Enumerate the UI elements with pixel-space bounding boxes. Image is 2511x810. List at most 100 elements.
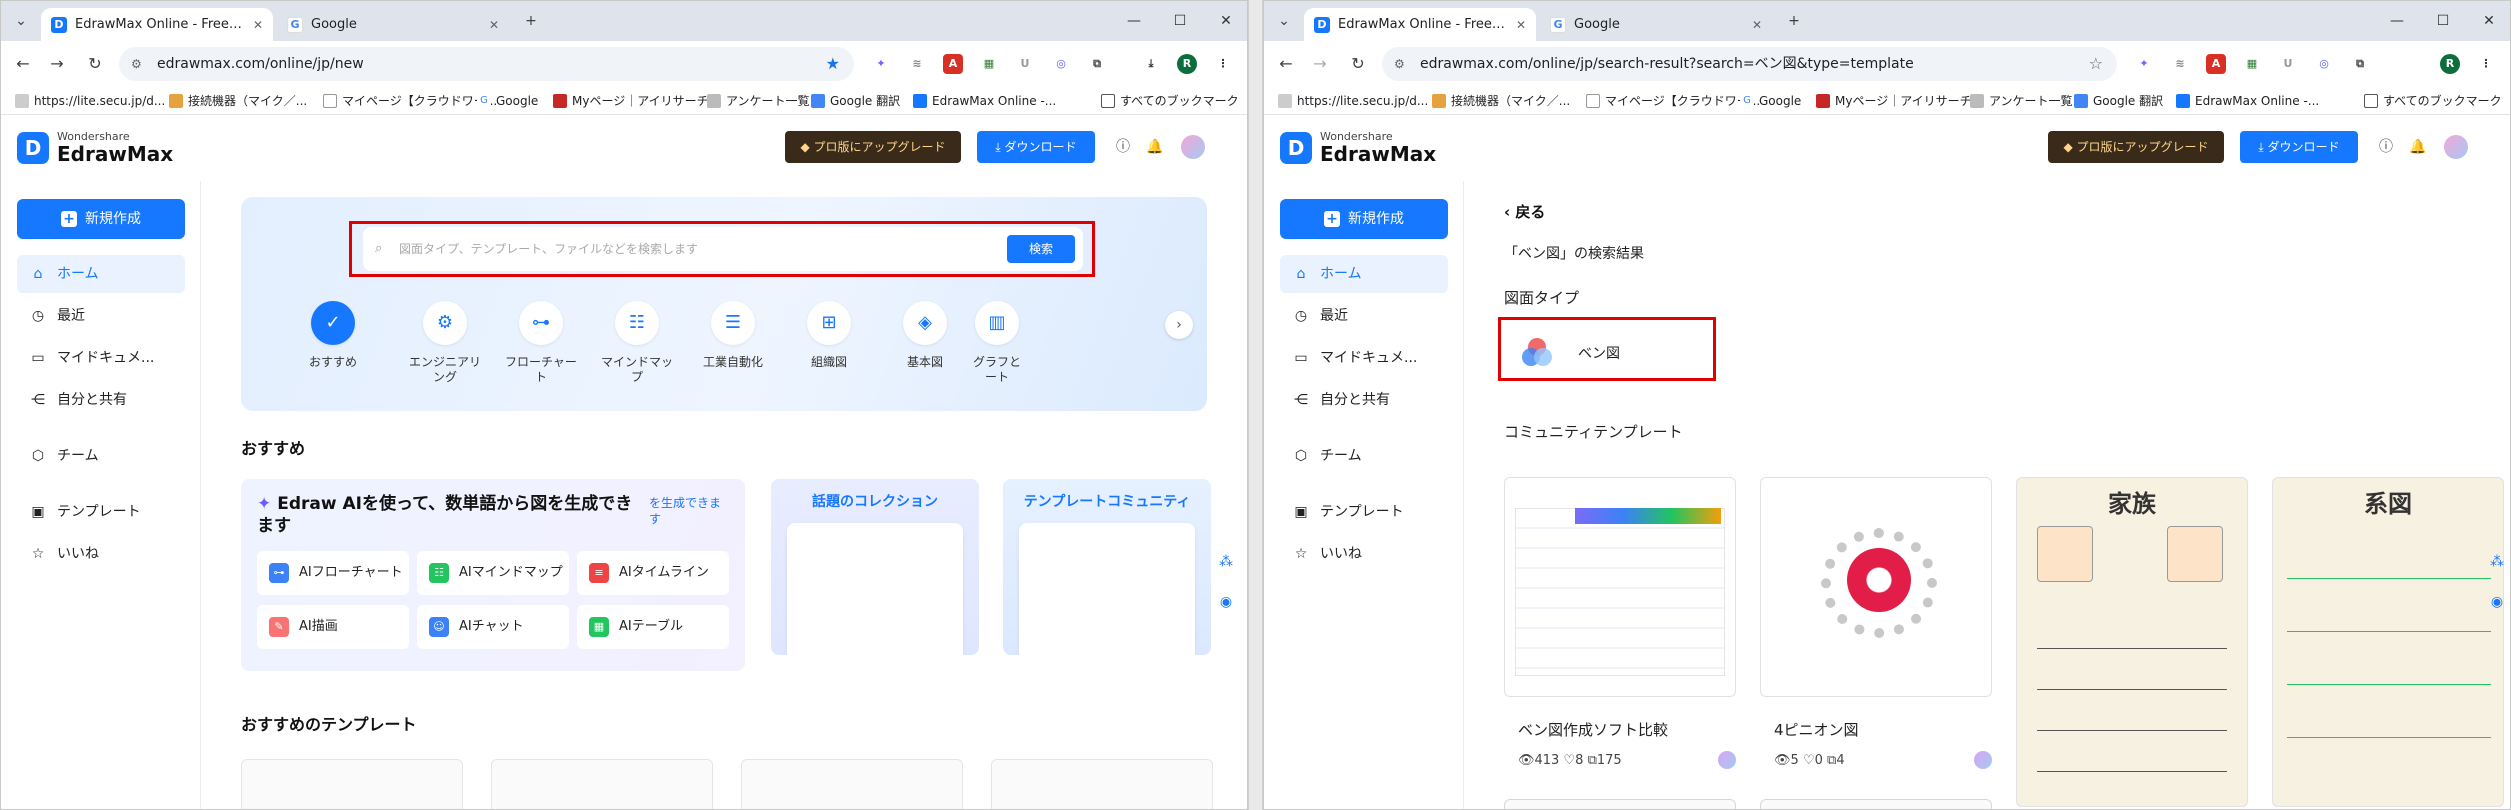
promo-community[interactable]: テンプレートコミュニティ <box>1003 479 1211 655</box>
category-industrial[interactable]: ☰ 工業自動化 <box>693 301 773 370</box>
ai-timeline-button[interactable]: ≡ AIタイムライン <box>577 551 729 595</box>
assistant-float-icon[interactable]: ◉ <box>2484 589 2510 615</box>
category-basic[interactable]: ◈ 基本図 <box>885 301 965 370</box>
new-button[interactable]: + 新規作成 <box>17 199 185 239</box>
ai-flowchart-button[interactable]: ⊶ AIフローチャート <box>257 551 409 595</box>
category-recommended[interactable]: ✓ おすすめ <box>293 301 373 370</box>
bookmark-item[interactable]: EdrawMax Online -... <box>913 87 1056 115</box>
extension-icon[interactable]: ✦ <box>2134 54 2154 74</box>
template-card[interactable] <box>1504 477 1736 697</box>
bookmark-star-icon[interactable]: ★ <box>826 47 840 81</box>
bell-icon[interactable]: 🔔 <box>2408 137 2428 157</box>
extension-icon[interactable]: ≋ <box>907 54 927 74</box>
tab-search-icon[interactable]: ⌄ <box>9 1 33 41</box>
extension-icon[interactable]: ◎ <box>2314 54 2334 74</box>
sidebar-item-likes[interactable]: ☆ いいね <box>1280 535 1448 573</box>
profile-avatar-icon[interactable]: R <box>2440 54 2460 74</box>
template-card[interactable] <box>1504 799 1736 809</box>
category-engineering[interactable]: ⚙ エンジニアリング <box>405 301 485 385</box>
template-card-title[interactable]: 4ピニオン図 <box>1774 719 1859 740</box>
upgrade-button[interactable]: ◆ プロ版にアップグレード <box>785 131 961 163</box>
menu-kebab-icon[interactable]: ⋮ <box>2476 54 2496 74</box>
upgrade-button[interactable]: ◆ プロ版にアップグレード <box>2048 131 2224 163</box>
bookmark-item[interactable]: 接続機器（マイク／... <box>1432 87 1570 115</box>
bookmark-item[interactable]: マイページ【クラウドワー... <box>323 87 497 115</box>
avatar[interactable] <box>2444 135 2468 159</box>
maximize-icon[interactable]: ☐ <box>2420 1 2466 41</box>
author-avatar[interactable] <box>1718 751 1736 769</box>
extensions-puzzle-icon[interactable]: ⧉ <box>1087 54 1107 74</box>
sidebar-item-recent[interactable]: ◷ 最近 <box>17 297 185 335</box>
tab-google[interactable]: G Google ✕ <box>277 8 509 41</box>
all-bookmarks-folder[interactable]: すべてのブックマーク <box>2364 87 2502 115</box>
pdf-extension-icon[interactable]: A <box>2206 54 2226 74</box>
template-thumbnail[interactable] <box>741 759 963 809</box>
bookmark-item[interactable]: https://lite.secu.jp/d... <box>1278 87 1428 115</box>
forward-icon[interactable]: → <box>1310 54 1330 73</box>
avatar[interactable] <box>1181 135 1205 159</box>
sidebar-item-shared[interactable]: ⋲ 自分と共有 <box>1280 381 1448 419</box>
bookmark-item[interactable]: Myページ｜アイリサーチ <box>553 87 709 115</box>
close-window-icon[interactable]: ✕ <box>2466 1 2510 41</box>
template-thumbnail[interactable] <box>491 759 713 809</box>
close-icon[interactable]: ✕ <box>1516 18 1526 32</box>
forward-icon[interactable]: → <box>47 54 67 73</box>
extensions-puzzle-icon[interactable]: ⧉ <box>2350 54 2370 74</box>
close-icon[interactable]: ✕ <box>489 18 499 32</box>
sidebar-item-templates[interactable]: ▣ テンプレート <box>1280 493 1448 531</box>
extension-icon[interactable]: ▦ <box>979 54 999 74</box>
close-icon[interactable]: ✕ <box>1752 18 1762 32</box>
download-button[interactable]: ⤓ ダウンロード <box>2240 131 2358 163</box>
template-card[interactable] <box>1760 477 1992 697</box>
close-icon[interactable]: ✕ <box>253 18 263 32</box>
assistant-float-icon[interactable]: ◉ <box>1213 589 1239 615</box>
template-card-title[interactable]: ベン図作成ソフト比較 <box>1518 719 1668 740</box>
address-bar[interactable]: ⚙ edrawmax.com/online/jp/search-result?s… <box>1382 47 2117 81</box>
sidebar-item-team[interactable]: ⬡ チーム <box>1280 437 1448 475</box>
address-bar[interactable]: ⚙ edrawmax.com/online/jp/new ★ <box>119 47 854 81</box>
ai-link[interactable]: を生成できます <box>649 495 729 527</box>
bookmark-item[interactable]: G Google <box>1740 87 1801 115</box>
ai-mindmap-button[interactable]: ☷ AIマインドマップ <box>417 551 569 595</box>
bookmark-star-icon[interactable]: ☆ <box>2089 47 2103 81</box>
extension-icon[interactable]: ▦ <box>2242 54 2262 74</box>
sidebar-item-likes[interactable]: ☆ いいね <box>17 535 185 573</box>
extension-icon[interactable]: ◎ <box>1051 54 1071 74</box>
apps-float-icon[interactable]: ⁂ <box>1213 549 1239 575</box>
category-graph[interactable]: ▥ グラフとート <box>969 301 1025 385</box>
download-button[interactable]: ⤓ ダウンロード <box>977 131 1095 163</box>
template-card[interactable]: 系図 <box>2272 477 2504 807</box>
tab-edrawmax[interactable]: D EdrawMax Online - Free Diagra ✕ <box>1304 8 1536 41</box>
pdf-extension-icon[interactable]: A <box>943 54 963 74</box>
promo-collection[interactable]: 話題のコレクション <box>771 479 979 655</box>
template-card[interactable]: 家族 <box>2016 477 2248 807</box>
bookmark-item[interactable]: Google 翻訳 <box>2074 87 2163 115</box>
ai-drawing-button[interactable]: ✎ AI描画 <box>257 605 409 649</box>
template-thumbnail[interactable] <box>991 759 1213 809</box>
help-icon[interactable]: ⓘ <box>2376 137 2396 157</box>
extension-icon[interactable]: U <box>1015 54 1035 74</box>
apps-float-icon[interactable]: ⁂ <box>2484 549 2510 575</box>
sidebar-item-team[interactable]: ⬡ チーム <box>17 437 185 475</box>
template-thumbnail[interactable] <box>241 759 463 809</box>
bookmark-item[interactable]: EdrawMax Online -... <box>2176 87 2319 115</box>
bookmark-item[interactable]: アンケート一覧 <box>707 87 810 115</box>
author-avatar[interactable] <box>1974 751 1992 769</box>
new-button[interactable]: + 新規作成 <box>1280 199 1448 239</box>
ai-table-button[interactable]: ▦ AIテーブル <box>577 605 729 649</box>
new-tab-icon[interactable]: + <box>519 1 543 41</box>
sidebar-item-my-documents[interactable]: ▭ マイドキュメ... <box>17 339 185 377</box>
bookmark-item[interactable]: Myページ｜アイリサーチ <box>1816 87 1972 115</box>
bookmark-item[interactable]: G Google <box>477 87 538 115</box>
download-icon[interactable]: ⤓ <box>1141 54 1161 74</box>
category-org-chart[interactable]: ⊞ 組織図 <box>789 301 869 370</box>
sidebar-item-recent[interactable]: ◷ 最近 <box>1280 297 1448 335</box>
profile-avatar-icon[interactable]: R <box>1177 54 1197 74</box>
extension-icon[interactable]: U <box>2278 54 2298 74</box>
back-icon[interactable]: ← <box>13 54 33 73</box>
all-bookmarks-folder[interactable]: すべてのブックマーク <box>1101 87 1239 115</box>
close-window-icon[interactable]: ✕ <box>1203 1 1247 41</box>
tab-google[interactable]: G Google ✕ <box>1540 8 1772 41</box>
reload-icon[interactable]: ↻ <box>85 54 105 73</box>
site-info-icon[interactable]: ⚙ <box>131 47 142 81</box>
